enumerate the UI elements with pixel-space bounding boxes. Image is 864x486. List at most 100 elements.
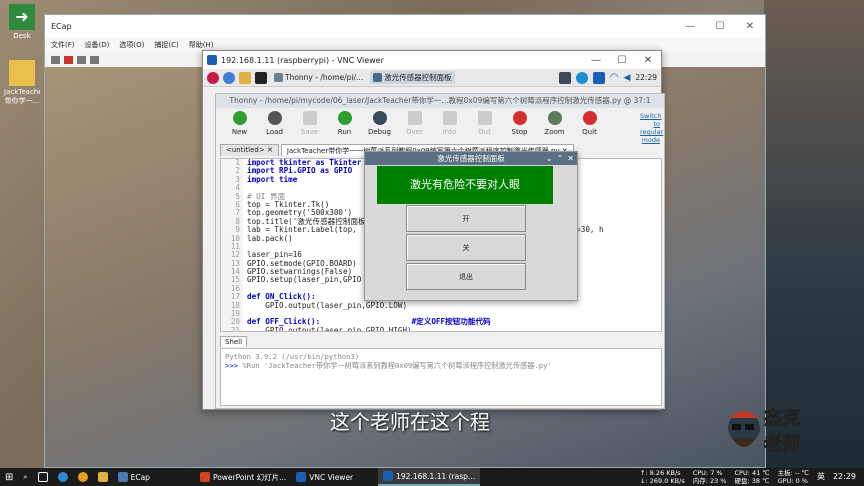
- gpu-usage: GPU: 0 %: [777, 477, 808, 485]
- record-icon[interactable]: [64, 56, 73, 64]
- update-icon[interactable]: [575, 71, 588, 84]
- toolbar-over-button[interactable]: Over: [397, 108, 432, 136]
- toolbar-save-button[interactable]: Save: [292, 108, 327, 136]
- bluetooth-icon[interactable]: [592, 71, 605, 84]
- minimize-button[interactable]: ⌄: [546, 152, 553, 165]
- panel-task-laser[interactable]: 激光传感器控制面板: [370, 71, 455, 84]
- menu-capture[interactable]: 捕捉(C): [154, 40, 178, 50]
- panel-task-thonny[interactable]: Thonny - /home/pi/...: [271, 72, 366, 83]
- volume-icon[interactable]: ◀: [623, 73, 630, 83]
- search-button[interactable]: ⌕: [18, 468, 32, 486]
- taskview-button[interactable]: [33, 468, 53, 486]
- taskbar-item-vnc-session[interactable]: 192.168.1.11 (rasp...: [378, 468, 481, 486]
- toolbar-out-button[interactable]: Out: [467, 108, 502, 136]
- cpu-temp: CPU: 41 ℃: [734, 469, 770, 477]
- toolbar-label: Out: [478, 128, 491, 136]
- line-number-gutter: 1 2 3 4 5 6 7 8 9 10 11 12 13 14 15 16 17 18 19 20 21: [221, 159, 243, 331]
- shell-run-line: >>> %Run 'JackTeacher带你学一树莓派系列教程0x09编写第六…: [225, 361, 657, 371]
- maximize-button[interactable]: ☐: [705, 21, 735, 32]
- on-button[interactable]: 开: [406, 205, 526, 232]
- net-download: ↓: 269.0 KB/s: [640, 477, 685, 485]
- maximize-button[interactable]: ☐: [609, 55, 635, 66]
- memory-usage: 内存: 23 %: [692, 477, 727, 485]
- explorer-button[interactable]: [93, 468, 113, 486]
- vnc-icon: [383, 471, 394, 481]
- shell-tab[interactable]: Shell: [220, 336, 248, 347]
- vnc-logo-icon: [207, 55, 217, 65]
- raspberry-menu-icon[interactable]: [207, 71, 219, 84]
- menu-file[interactable]: 文件(F): [51, 40, 75, 50]
- toolbar-label: Save: [300, 128, 319, 136]
- ecap-titlebar: ECap — ☐ ✕: [45, 15, 765, 37]
- toolbar-debug-button[interactable]: Debug: [362, 108, 397, 136]
- edge-button[interactable]: [53, 468, 73, 486]
- desktop-icon-label: JackTeacher带你学一...: [4, 88, 40, 105]
- board-temp: 主板: -- ℃: [777, 469, 809, 477]
- code-line[interactable]: GPIO.output(laser_pin,GPIO.LOW): [247, 301, 661, 310]
- settings-icon[interactable]: [90, 56, 99, 64]
- taskbar-item-vnc-viewer[interactable]: VNC Viewer: [291, 468, 358, 486]
- taskbar-item-ecap[interactable]: ECap: [113, 468, 155, 486]
- close-button[interactable]: ✕: [567, 152, 574, 165]
- start-button[interactable]: ⊞: [0, 468, 18, 486]
- desktop-icon-desk[interactable]: ➜ Desk: [4, 4, 40, 40]
- thonny-toolbar: New Load Save Run Debug Over Into Out Stop Zoom Qu…: [216, 108, 664, 144]
- into-icon: [442, 111, 457, 125]
- zoom-icon: [547, 111, 562, 125]
- quit-button[interactable]: 退出: [406, 263, 526, 290]
- minimize-button[interactable]: —: [583, 55, 609, 66]
- close-button[interactable]: ✕: [735, 21, 765, 32]
- save-icon: [302, 111, 317, 125]
- toolbar-stop-button[interactable]: Stop: [502, 108, 537, 136]
- taskbar-item-label: VNC Viewer: [309, 472, 354, 482]
- toolbar-label: Into: [442, 128, 457, 136]
- toolbar-load-button[interactable]: Load: [257, 108, 292, 136]
- terminal-icon[interactable]: [255, 71, 267, 84]
- toolbar-run-button[interactable]: Run: [327, 108, 362, 136]
- camera-icon[interactable]: [51, 56, 60, 64]
- svg-text:杰克: 杰克: [764, 407, 800, 429]
- toolbar-label: Run: [337, 128, 352, 136]
- laser-window-titlebar[interactable]: 激光传感器控制面板 ⌄ ⌃ ✕: [365, 152, 577, 165]
- wifi-icon[interactable]: ◠: [610, 72, 619, 83]
- menu-options[interactable]: 选项(O): [119, 40, 144, 50]
- off-button[interactable]: 关: [406, 234, 526, 261]
- film-icon[interactable]: [77, 56, 86, 64]
- switch-mode-link[interactable]: Switch to regular mode: [640, 108, 664, 144]
- panel-task-label: 激光传感器控制面板: [384, 73, 452, 82]
- toolbar-zoom-button[interactable]: Zoom: [537, 108, 572, 136]
- ime-indicator[interactable]: 英: [817, 469, 825, 485]
- tab-untitled[interactable]: <untitled> ✕: [220, 144, 279, 156]
- search-icon: ⌕: [23, 472, 28, 481]
- taskbar-item-label: ECap: [130, 472, 150, 482]
- toolbar-label: Debug: [367, 128, 392, 136]
- taskbar-clock[interactable]: 22:29: [833, 469, 864, 485]
- desktop-icon-folder[interactable]: JackTeacher带你学一...: [4, 60, 40, 106]
- taskbar-item-powerpoint[interactable]: PowerPoint 幻灯片...: [195, 468, 291, 486]
- close-button[interactable]: ✕: [635, 55, 661, 66]
- toolbar-new-button[interactable]: New: [222, 108, 257, 136]
- shell-panel[interactable]: Python 3.9.2 (/usr/bin/python3) >>> %Run…: [220, 348, 662, 406]
- arrow-icon: ➜: [9, 4, 35, 30]
- menu-help[interactable]: 帮助(H): [189, 40, 214, 50]
- minimize-button[interactable]: —: [675, 21, 705, 32]
- shell-python-version: Python 3.9.2 (/usr/bin/python3): [225, 352, 360, 361]
- toolbar-label: Stop: [511, 128, 528, 136]
- folder-icon[interactable]: [239, 71, 251, 84]
- folder-icon: [9, 60, 35, 86]
- run-icon: [337, 111, 352, 125]
- system-monitor: ↑: 8.26 KB/s ↓: 269.0 KB/s CPU: 7 % 内存: …: [640, 469, 864, 485]
- toolbar-into-button[interactable]: Into: [432, 108, 467, 136]
- toolbar-quit-button[interactable]: Quit: [572, 108, 607, 136]
- toolbar-label: Zoom: [544, 128, 565, 136]
- code-line[interactable]: GPIO.output(laser_pin,GPIO.HIGH): [247, 326, 661, 331]
- browser-icon[interactable]: [223, 71, 235, 84]
- menu-device[interactable]: 设备(D): [85, 40, 110, 50]
- maximize-button[interactable]: ⌃: [557, 152, 564, 165]
- chrome-button[interactable]: [73, 468, 93, 486]
- panel-clock: 22:29: [635, 73, 657, 82]
- vnc-server-icon[interactable]: [558, 71, 571, 84]
- toolbar-label: Quit: [582, 128, 597, 136]
- windows-taskbar: ⊞ ⌕ ECap PowerPoint 幻灯片... VNC Viewer 19…: [0, 468, 864, 486]
- edge-icon: [57, 472, 68, 482]
